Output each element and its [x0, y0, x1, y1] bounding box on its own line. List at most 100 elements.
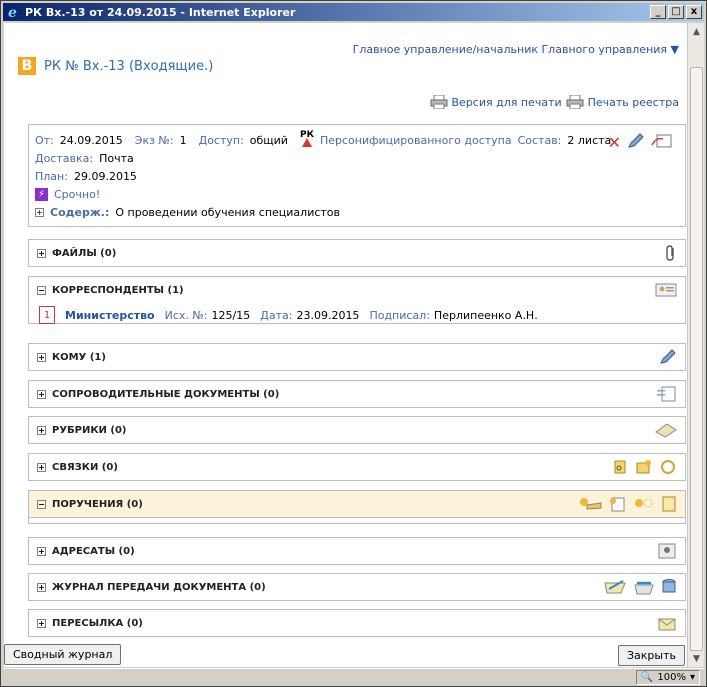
department-dropdown-link[interactable]: Главное управление/начальник Главного уп… — [353, 43, 679, 56]
minimize-button[interactable]: _ — [650, 5, 666, 19]
date-label: Дата: — [260, 308, 293, 322]
svyazki-header: СВЯЗКИ (0) — [52, 461, 118, 473]
rk-title: РК № Вх.-13 (Входящие.) — [44, 58, 214, 74]
expand-icon[interactable]: + — [37, 546, 46, 556]
files-header: ФАЙЛЫ (0) — [52, 247, 117, 259]
book-icon[interactable] — [655, 422, 677, 441]
personal-access-icon: РК — [300, 130, 314, 147]
assign-hand-icon[interactable] — [579, 496, 603, 515]
soprovod-panel[interactable]: + СОПРОВОДИТЕЛЬНЫЕ ДОКУМЕНТЫ (0) — [28, 380, 686, 408]
expand-icon[interactable]: + — [35, 207, 44, 217]
expand-icon[interactable]: + — [37, 618, 46, 628]
personal-access-label: Персонифицированного доступа — [319, 133, 512, 147]
collapse-icon[interactable]: − — [37, 499, 46, 509]
rk-header: В РК № Вх.-13 (Входящие.) — [18, 57, 213, 75]
page-content: Главное управление/начальник Главного уп… — [4, 23, 687, 667]
correspondents-panel[interactable]: − КОРРЕСПОНДЕНТЫ (1) 1 Министерство Исх. … — [28, 276, 686, 324]
correspondents-header: КОРРЕСПОНДЕНТЫ (1) — [52, 284, 184, 296]
scroll-down-icon[interactable]: ▼ — [688, 650, 705, 667]
porucheniya-header: ПОРУЧЕНИЯ (0) — [52, 498, 143, 510]
assign-star-icon[interactable] — [633, 496, 655, 515]
edit-pencil-icon[interactable] — [627, 133, 645, 152]
porucheniya-body — [28, 518, 686, 524]
from-label: От: — [35, 133, 54, 147]
expand-icon[interactable]: + — [37, 248, 46, 258]
komu-panel[interactable]: + КОМУ (1) — [28, 343, 686, 371]
close-window-button[interactable]: x — [686, 5, 702, 19]
envelope-icon[interactable] — [657, 615, 677, 634]
summary-journal-button[interactable]: Сводный журнал — [4, 644, 122, 665]
scroll-thumb[interactable] — [690, 67, 703, 651]
paperclip-icon[interactable] — [665, 245, 677, 264]
porucheniya-panel[interactable]: − ПОРУЧЕНИЯ (0) — [28, 490, 686, 518]
ekz-value: 1 — [179, 133, 187, 147]
zoom-level: 100% — [657, 672, 686, 683]
plan-value: 29.09.2015 — [73, 169, 137, 183]
rubriki-header: РУБРИКИ (0) — [52, 424, 127, 436]
document-sign-icon[interactable] — [651, 133, 673, 152]
database-icon[interactable] — [661, 579, 677, 598]
expand-icon[interactable]: + — [37, 352, 46, 362]
delete-icon[interactable]: ✕ — [608, 134, 621, 151]
collapse-icon[interactable]: − — [37, 285, 46, 295]
assign-doc-icon[interactable] — [661, 496, 677, 515]
send-icon[interactable] — [603, 579, 627, 598]
expand-icon[interactable]: + — [37, 462, 46, 472]
isx-label: Исх. №: — [164, 308, 208, 322]
receive-icon[interactable] — [633, 579, 655, 598]
browser-window: e РК Вх.-13 от 24.09.2015 - Internet Exp… — [0, 0, 707, 687]
contact-card-icon[interactable] — [655, 282, 677, 301]
row-number: 1 — [39, 306, 55, 324]
expand-icon[interactable]: + — [37, 425, 46, 435]
document-list-icon[interactable] — [657, 386, 677, 405]
svg-text:e: e — [8, 5, 17, 19]
from-value: 24.09.2015 — [59, 133, 123, 147]
svyazki-panel[interactable]: + СВЯЗКИ (0) — [28, 453, 686, 481]
scroll-up-icon[interactable]: ▲ — [688, 23, 705, 40]
access-label: Доступ: — [198, 133, 244, 147]
printer-icon[interactable] — [566, 94, 584, 110]
address-book-icon[interactable] — [655, 543, 677, 562]
edit-pencil-icon[interactable] — [659, 349, 677, 368]
assign-list-icon[interactable] — [609, 496, 627, 515]
urgent-label: Срочно! — [54, 187, 101, 201]
print-registry-link[interactable]: Печать реестра — [588, 96, 679, 109]
zoom-control[interactable]: 🔍 100% ▾ — [635, 670, 700, 685]
printer-icon[interactable] — [430, 94, 448, 110]
peresylka-header: ПЕРЕСЫЛКА (0) — [52, 617, 143, 629]
chevron-down-icon[interactable]: ▾ — [690, 672, 695, 683]
internet-explorer-icon: e — [7, 5, 21, 19]
isx-value: 125/15 — [211, 308, 251, 322]
link-add-icon[interactable] — [635, 459, 653, 478]
print-version-link[interactable]: Версия для печати — [452, 96, 562, 109]
zhurnal-header: ЖУРНАЛ ПЕРЕДАЧИ ДОКУМЕНТА (0) — [52, 581, 266, 593]
adresaty-panel[interactable]: + АДРЕСАТЫ (0) — [28, 537, 686, 565]
content-value: О проведении обучения специалистов — [115, 205, 341, 219]
sostav-label: Состав: — [517, 133, 562, 147]
link-folder-icon[interactable] — [613, 459, 629, 478]
adresaty-header: АДРЕСАТЫ (0) — [52, 545, 135, 557]
status-bar: 🔍 100% ▾ — [3, 668, 704, 686]
files-panel[interactable]: + ФАЙЛЫ (0) — [28, 239, 686, 267]
link-refresh-icon[interactable] — [659, 459, 677, 478]
rubriki-panel[interactable]: + РУБРИКИ (0) — [28, 416, 686, 444]
correspondent-name[interactable]: Министерство — [65, 309, 155, 322]
maximize-button[interactable]: □ — [668, 5, 684, 19]
expand-icon[interactable]: + — [37, 582, 46, 592]
document-info-panel: От: 24.09.2015 Экз №: 1 Доступ: общий РК… — [28, 124, 686, 227]
signed-value: Перлипеенко А.Н. — [433, 308, 538, 322]
vertical-scrollbar[interactable]: ▲ ▼ — [687, 23, 704, 667]
close-button[interactable]: Закрыть — [618, 645, 685, 666]
zoom-icon: 🔍 — [640, 672, 654, 683]
correspondent-row: 1 Министерство Исх. №: 125/15 Дата: 23.09.… — [39, 306, 538, 324]
title-bar: e РК Вх.-13 от 24.09.2015 - Internet Exp… — [3, 3, 704, 21]
delivery-label: Доставка: — [35, 151, 94, 165]
window-title: РК Вх.-13 от 24.09.2015 - Internet Explo… — [25, 5, 296, 19]
urgent-icon: ⚡ — [35, 187, 48, 201]
peresylka-panel[interactable]: + ПЕРЕСЫЛКА (0) — [28, 609, 686, 637]
expand-icon[interactable]: + — [37, 389, 46, 399]
date-value: 23.09.2015 — [296, 308, 360, 322]
content-label: Содерж.: — [50, 205, 110, 219]
print-toolbar: Версия для печати Печать реестра — [430, 94, 679, 110]
zhurnal-panel[interactable]: + ЖУРНАЛ ПЕРЕДАЧИ ДОКУМЕНТА (0) — [28, 573, 686, 601]
